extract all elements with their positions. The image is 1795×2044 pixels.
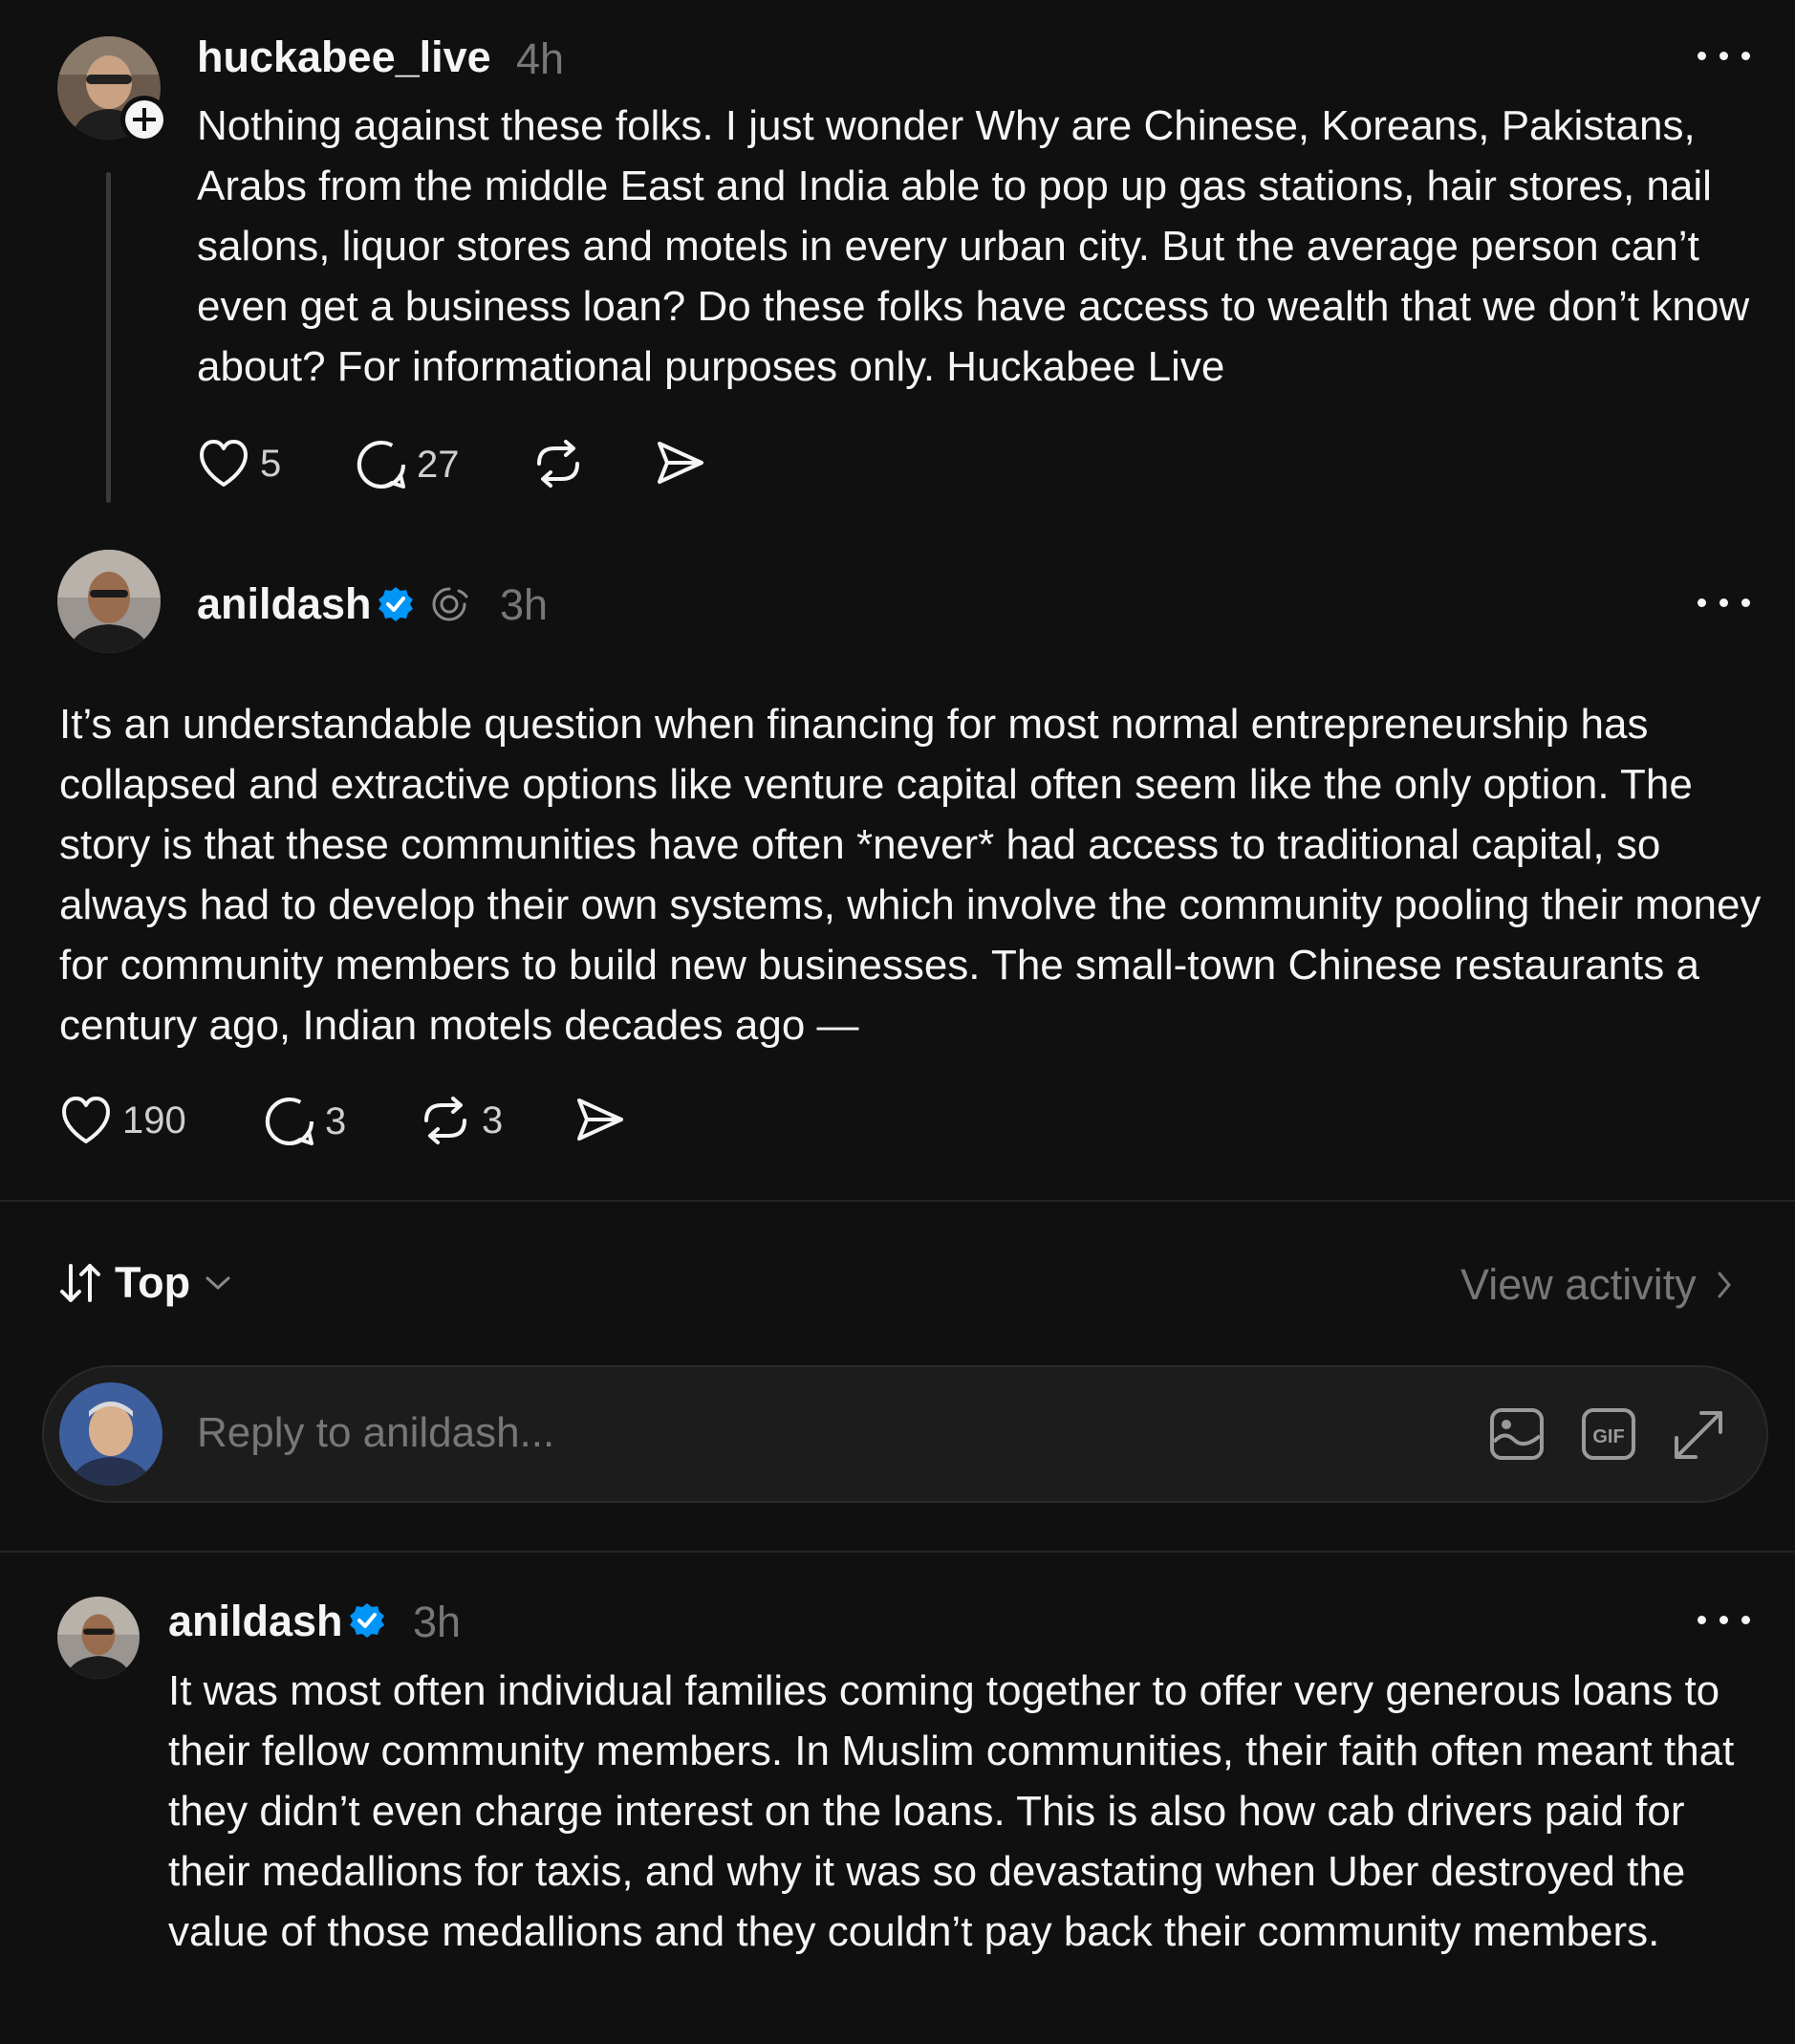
- chevron-right-icon: [1718, 1272, 1731, 1298]
- reply-input[interactable]: Reply to anildash...: [197, 1409, 554, 1457]
- post2-text: It’s an understandable question when fin…: [59, 701, 1762, 1049]
- expand-icon[interactable]: [1673, 1409, 1724, 1461]
- sort-icon: [60, 1264, 100, 1302]
- post1-more-icon[interactable]: [1698, 46, 1751, 65]
- reply1-username[interactable]: anildash: [168, 1597, 343, 1646]
- post2-reply-button[interactable]: 3: [264, 1096, 346, 1147]
- sort-label: Top: [115, 1258, 191, 1307]
- post2-like-count: 190: [122, 1098, 186, 1142]
- post1-time: 4h: [516, 34, 565, 83]
- post1-share-button[interactable]: [656, 439, 705, 487]
- post2-username[interactable]: anildash: [197, 579, 372, 629]
- avatar-anildash[interactable]: [57, 1597, 140, 1679]
- post1-username[interactable]: huckabee_live: [197, 33, 491, 82]
- divider: [0, 1551, 1795, 1553]
- thread-line: [106, 172, 111, 503]
- post2-more-icon[interactable]: [1698, 593, 1751, 612]
- reply1-more-icon[interactable]: [1698, 1610, 1751, 1629]
- heart-icon: [62, 1097, 110, 1143]
- sort-dropdown[interactable]: Top: [59, 1258, 232, 1308]
- verified-icon: [350, 1603, 384, 1638]
- view-activity-link[interactable]: View activity: [1460, 1260, 1733, 1310]
- avatar-current-user: [59, 1382, 162, 1486]
- avatar-anildash[interactable]: [57, 550, 161, 653]
- heart-icon: [200, 440, 248, 487]
- post2-share-button[interactable]: [575, 1096, 625, 1143]
- post2-time: 3h: [500, 580, 549, 629]
- chevron-down-icon: [205, 1276, 230, 1291]
- post1-like-count: 5: [260, 442, 282, 485]
- gif-icon[interactable]: GIF: [1581, 1407, 1636, 1461]
- divider: [0, 1200, 1795, 1202]
- fediverse-icon: [432, 587, 468, 621]
- view-activity-label: View activity: [1460, 1260, 1697, 1309]
- image-icon[interactable]: [1489, 1407, 1545, 1461]
- post1-text: Nothing against these folks. I just wond…: [197, 102, 1750, 390]
- repost-icon: [537, 440, 579, 488]
- reply1-text: It was most often individual families co…: [168, 1667, 1735, 1955]
- post1-repost-button[interactable]: [531, 439, 585, 489]
- repost-icon: [424, 1097, 466, 1144]
- share-icon: [658, 442, 703, 484]
- share-icon: [577, 1098, 623, 1141]
- reply1-time: 3h: [413, 1598, 462, 1646]
- post2-repost-button[interactable]: 3: [419, 1096, 503, 1145]
- post2-reply-count: 3: [325, 1099, 347, 1142]
- comment-icon: [265, 1097, 314, 1145]
- svg-text:GIF: GIF: [1592, 1426, 1624, 1447]
- post2-repost-count: 3: [482, 1098, 504, 1142]
- comment-icon: [357, 440, 405, 489]
- post1-reply-count: 27: [417, 443, 460, 486]
- post1-like-button[interactable]: 5: [197, 439, 281, 489]
- post2-like-button[interactable]: 190: [59, 1096, 186, 1145]
- verified-icon: [378, 587, 413, 621]
- post1-reply-button[interactable]: 27: [356, 439, 460, 490]
- follow-plus-icon[interactable]: [120, 96, 168, 143]
